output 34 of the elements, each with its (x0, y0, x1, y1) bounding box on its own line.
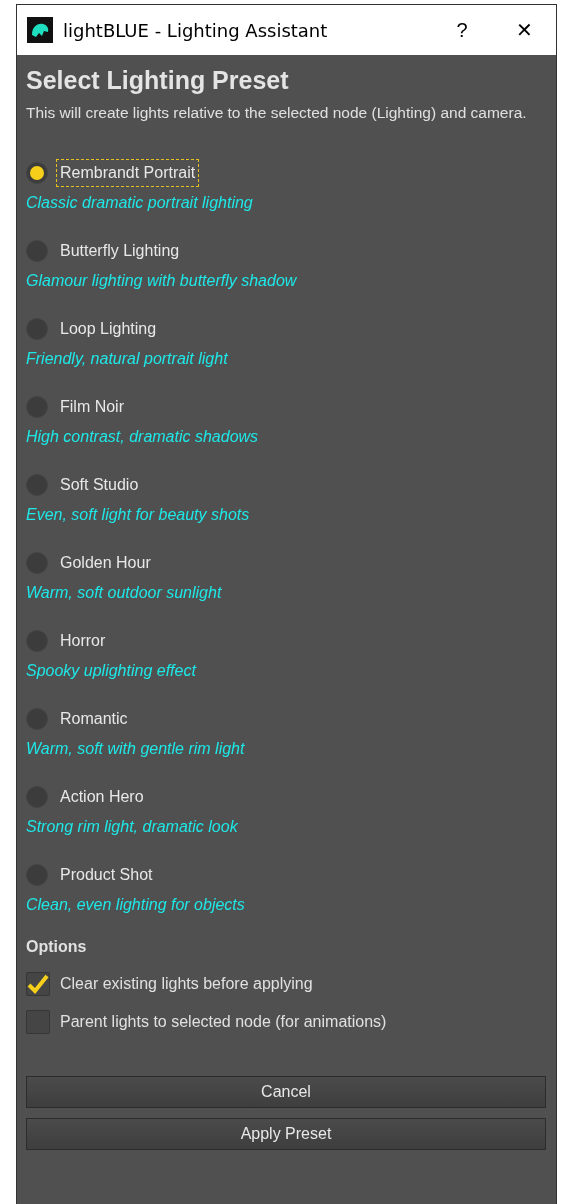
section-heading: Options (26, 937, 88, 957)
preset-label[interactable]: Romantic (56, 705, 132, 733)
help-button[interactable]: ? (442, 15, 482, 45)
apply-button[interactable]: Apply Preset (26, 1118, 546, 1150)
preset-label[interactable]: Action Hero (56, 783, 148, 811)
preset-label[interactable]: Golden Hour (56, 549, 155, 577)
heading: Select Lighting Preset (26, 65, 290, 96)
preset-label[interactable]: Film Noir (56, 393, 128, 421)
preset-description: Friendly, natural portrait light (26, 349, 229, 369)
preset-description: Warm, soft outdoor sunlight (26, 583, 223, 603)
description-text: This will create lights relative to the selected node (Lighting) and camera. (26, 103, 528, 123)
close-button[interactable]: ✕ (504, 15, 544, 45)
preset-description: High contrast, dramatic shadows (26, 427, 260, 447)
preset-label[interactable]: Rembrandt Portrait (56, 159, 200, 187)
preset-description: Even, soft light for beauty shots (26, 505, 251, 525)
checkbox[interactable] (26, 1010, 50, 1034)
preset-description: Strong rim light, dramatic look (26, 817, 239, 837)
app-logo-icon (27, 17, 53, 43)
preset-label[interactable]: Horror (56, 627, 110, 655)
checkbox-label: Parent lights to selected node (for animations) (60, 1012, 387, 1032)
preset-description: Clean, even lighting for objects (26, 895, 246, 915)
preset-description: Classic dramatic portrait lighting (26, 193, 254, 213)
checkbox-label: Clear existing lights before applying (60, 974, 313, 994)
preset-label[interactable]: Soft Studio (56, 471, 143, 499)
preset-description: Glamour lighting with butterfly shadow (26, 271, 298, 291)
radio-button[interactable] (26, 162, 48, 184)
window-title: lightBLUE - Lighting Assistant (63, 18, 329, 43)
preset-label[interactable]: Loop Lighting (56, 315, 161, 343)
checkbox[interactable] (26, 972, 50, 996)
cancel-button[interactable]: Cancel (26, 1076, 546, 1108)
preset-label[interactable]: Butterfly Lighting (56, 237, 184, 265)
preset-description: Warm, soft with gentle rim light (26, 739, 246, 759)
preset-label[interactable]: Product Shot (56, 861, 157, 889)
preset-description: Spooky uplighting effect (26, 661, 198, 681)
